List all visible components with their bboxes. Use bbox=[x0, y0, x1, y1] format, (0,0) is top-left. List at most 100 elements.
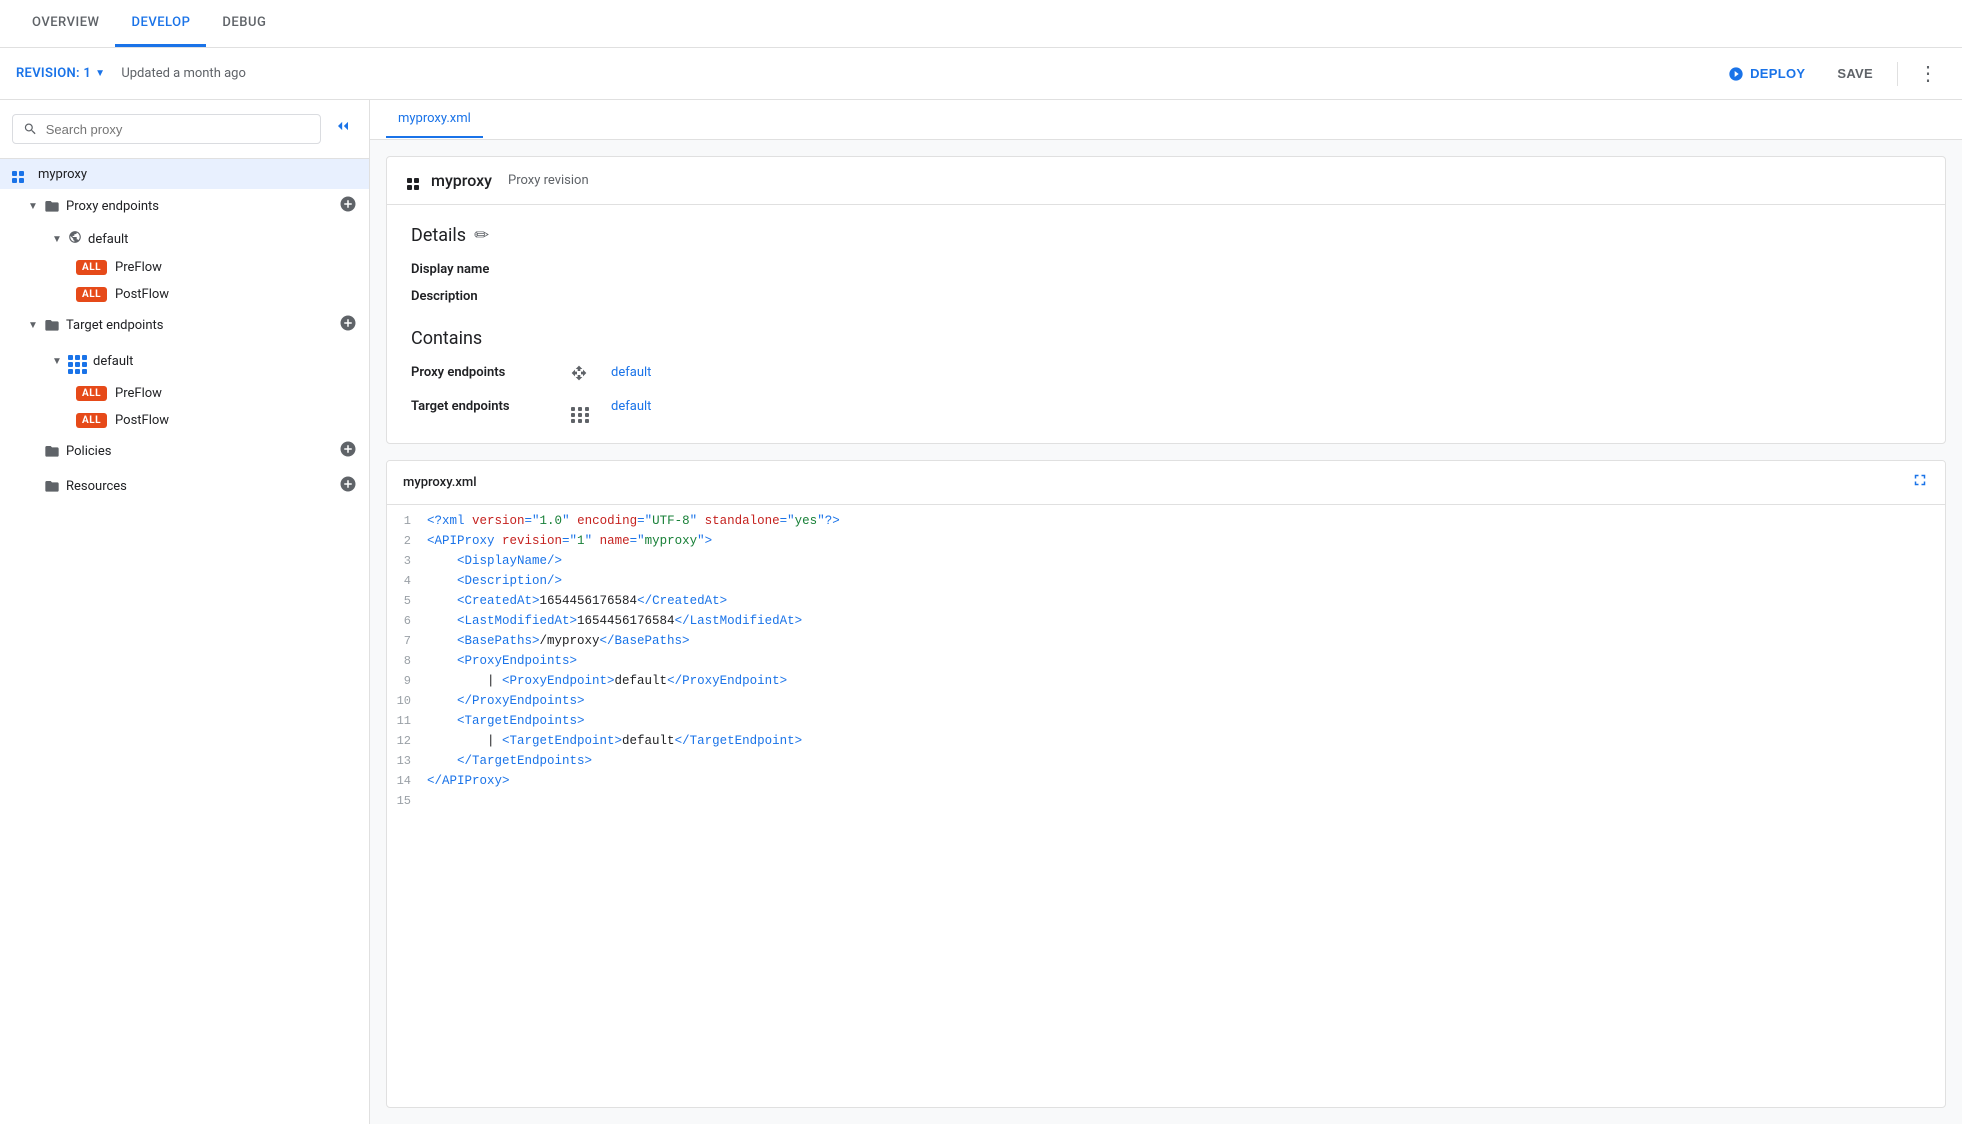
resources-folder-icon bbox=[44, 478, 60, 496]
sidebar-item-proxy-postflow[interactable]: ALL PostFlow bbox=[0, 281, 369, 308]
target-preflow-label: PreFlow bbox=[115, 386, 162, 401]
proxy-postflow-badge: ALL bbox=[76, 287, 107, 302]
xml-line-11: 11 <TargetEndpoints> bbox=[387, 713, 1945, 733]
search-box[interactable] bbox=[12, 114, 321, 144]
proxy-card-header: myproxy Proxy revision bbox=[387, 157, 1945, 205]
xml-header: myproxy.xml bbox=[387, 461, 1945, 505]
deploy-button[interactable]: DEPLOY bbox=[1716, 60, 1817, 88]
proxy-preflow-badge: ALL bbox=[76, 260, 107, 275]
action-divider bbox=[1897, 62, 1898, 86]
xml-line-10: 10 </ProxyEndpoints> bbox=[387, 693, 1945, 713]
xml-line-6: 6 <LastModifiedAt>1654456176584</LastMod… bbox=[387, 613, 1945, 633]
target-endpoint-grid-icon bbox=[571, 399, 611, 423]
revision-bar-actions: DEPLOY SAVE ⋮ bbox=[1716, 57, 1946, 90]
tab-develop[interactable]: DEVELOP bbox=[115, 1, 206, 47]
target-default-grid-icon bbox=[68, 349, 87, 374]
sidebar-item-target-default[interactable]: ▼ default bbox=[0, 343, 369, 380]
myproxy-grid-icon bbox=[12, 165, 24, 183]
resources-add-button[interactable] bbox=[339, 475, 357, 498]
proxy-endpoints-folder-icon bbox=[44, 198, 60, 216]
sidebar-item-proxy-default[interactable]: ▼ default bbox=[0, 224, 369, 254]
updated-text: Updated a month ago bbox=[121, 66, 246, 81]
file-tab-bar: myproxy.xml bbox=[370, 100, 1962, 140]
policies-add-button[interactable] bbox=[339, 440, 357, 463]
resources-label: Resources bbox=[66, 479, 339, 494]
proxy-endpoint-default-link[interactable]: default bbox=[611, 365, 1921, 385]
proxy-card-subtitle: Proxy revision bbox=[508, 173, 589, 188]
target-endpoints-label: Target endpoints bbox=[66, 318, 339, 333]
policies-label: Policies bbox=[66, 444, 339, 459]
xml-line-8: 8 <ProxyEndpoints> bbox=[387, 653, 1945, 673]
xml-editor-section: myproxy.xml 1 <?xml version="1.0" encodi… bbox=[386, 460, 1946, 1108]
target-endpoints-contains-label: Target endpoints bbox=[411, 399, 571, 423]
sidebar-item-target-endpoints[interactable]: ▼ Target endpoints bbox=[0, 308, 369, 343]
details-section-title: Details ✏ bbox=[411, 225, 1921, 246]
revision-selector[interactable]: REVISION: 1 ▼ bbox=[16, 66, 105, 81]
description-value bbox=[571, 289, 1921, 304]
proxy-card: myproxy Proxy revision Details ✏ Display… bbox=[386, 156, 1946, 444]
revision-label: REVISION: 1 bbox=[16, 66, 91, 81]
target-preflow-badge: ALL bbox=[76, 386, 107, 401]
proxy-postflow-label: PostFlow bbox=[115, 287, 169, 302]
sidebar-item-proxy-endpoints[interactable]: ▼ Proxy endpoints bbox=[0, 189, 369, 224]
proxy-preflow-label: PreFlow bbox=[115, 260, 162, 275]
xml-line-9: 9 | <ProxyEndpoint>default</ProxyEndpoin… bbox=[387, 673, 1945, 693]
xml-line-4: 4 <Description/> bbox=[387, 573, 1945, 593]
proxy-endpoints-add-button[interactable] bbox=[339, 195, 357, 218]
display-name-label: Display name bbox=[411, 262, 571, 277]
file-tab-myproxy[interactable]: myproxy.xml bbox=[386, 101, 483, 138]
save-button[interactable]: SAVE bbox=[1825, 60, 1885, 87]
more-options-button[interactable]: ⋮ bbox=[1910, 57, 1946, 90]
xml-line-3: 3 <DisplayName/> bbox=[387, 553, 1945, 573]
contains-grid: Proxy endpoints default Target endpoints bbox=[411, 365, 1921, 423]
proxy-endpoints-contains-label: Proxy endpoints bbox=[411, 365, 571, 385]
revision-chevron-icon: ▼ bbox=[95, 68, 105, 79]
main-layout: myproxy ▼ Proxy endpoints ▼ default ALL … bbox=[0, 100, 1962, 1124]
policies-folder-icon bbox=[44, 443, 60, 461]
content-area: myproxy.xml myproxy Proxy revision Detai… bbox=[370, 100, 1962, 1124]
tab-debug[interactable]: DEBUG bbox=[206, 1, 282, 47]
proxy-endpoints-chevron-icon: ▼ bbox=[28, 201, 44, 212]
proxy-default-chevron-icon: ▼ bbox=[52, 234, 68, 245]
target-default-chevron-icon: ▼ bbox=[52, 356, 68, 367]
sidebar-search-row bbox=[0, 100, 369, 159]
target-postflow-label: PostFlow bbox=[115, 413, 169, 428]
sidebar-item-myproxy[interactable]: myproxy bbox=[0, 159, 369, 189]
tab-overview[interactable]: OVERVIEW bbox=[16, 1, 115, 47]
sidebar-item-resources[interactable]: Resources bbox=[0, 469, 369, 504]
sidebar-item-policies[interactable]: Policies bbox=[0, 434, 369, 469]
target-postflow-badge: ALL bbox=[76, 413, 107, 428]
search-input[interactable] bbox=[46, 122, 310, 137]
sidebar: myproxy ▼ Proxy endpoints ▼ default ALL … bbox=[0, 100, 370, 1124]
target-endpoints-chevron-icon: ▼ bbox=[28, 320, 44, 331]
search-icon bbox=[23, 121, 38, 137]
target-endpoint-default-link[interactable]: default bbox=[611, 399, 1921, 423]
sidebar-item-proxy-preflow[interactable]: ALL PreFlow bbox=[0, 254, 369, 281]
contains-section-title: Contains bbox=[411, 328, 1921, 349]
proxy-card-body: Details ✏ Display name Description Conta… bbox=[387, 205, 1945, 443]
xml-line-7: 7 <BasePaths>/myproxy</BasePaths> bbox=[387, 633, 1945, 653]
xml-line-1: 1 <?xml version="1.0" encoding="UTF-8" s… bbox=[387, 513, 1945, 533]
details-grid: Display name Description bbox=[411, 262, 1921, 304]
display-name-value bbox=[571, 262, 1921, 277]
xml-expand-button[interactable] bbox=[1911, 471, 1929, 494]
collapse-sidebar-button[interactable] bbox=[329, 112, 357, 146]
edit-details-icon[interactable]: ✏ bbox=[474, 225, 489, 246]
xml-line-15: 15 bbox=[387, 793, 1945, 813]
xml-editor-content[interactable]: 1 <?xml version="1.0" encoding="UTF-8" s… bbox=[387, 505, 1945, 1107]
sidebar-item-target-postflow[interactable]: ALL PostFlow bbox=[0, 407, 369, 434]
sidebar-item-target-preflow[interactable]: ALL PreFlow bbox=[0, 380, 369, 407]
proxy-default-label: default bbox=[88, 232, 357, 247]
target-endpoints-folder-icon bbox=[44, 317, 60, 335]
revision-bar: REVISION: 1 ▼ Updated a month ago DEPLOY… bbox=[0, 48, 1962, 100]
xml-line-2: 2 <APIProxy revision="1" name="myproxy"> bbox=[387, 533, 1945, 553]
collapse-icon bbox=[333, 116, 353, 136]
proxy-card-name: myproxy bbox=[431, 171, 492, 190]
xml-editor-title: myproxy.xml bbox=[403, 475, 477, 490]
deploy-icon bbox=[1728, 66, 1744, 82]
target-endpoints-add-button[interactable] bbox=[339, 314, 357, 337]
proxy-card-grid-icon bbox=[407, 172, 419, 190]
myproxy-label: myproxy bbox=[38, 167, 357, 182]
description-label: Description bbox=[411, 289, 571, 304]
xml-line-13: 13 </TargetEndpoints> bbox=[387, 753, 1945, 773]
